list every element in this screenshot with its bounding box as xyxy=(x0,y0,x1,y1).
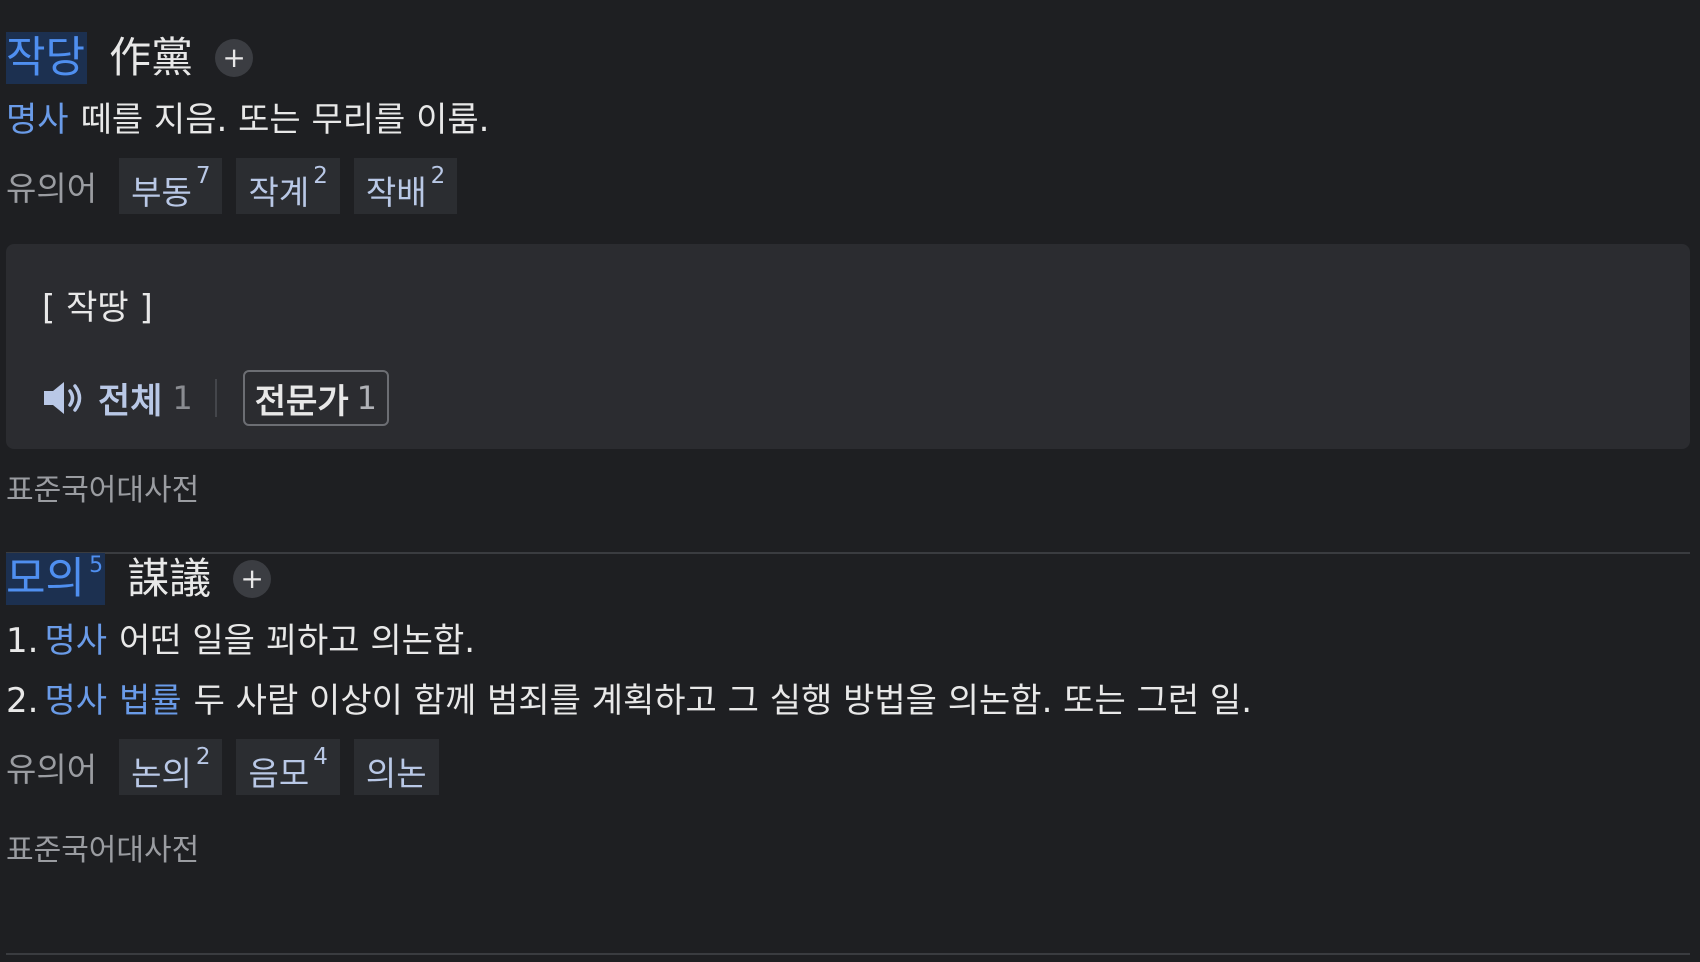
definition-number: 2. xyxy=(6,681,39,721)
entry-moui: 모의 5 謀議 + 1. 명사 어떤 일을 꾀하고 의논함. 2. 명사 법률 두 사람 이… xyxy=(6,549,1690,871)
pronunciation-audio-row: 전체 1 전문가 1 xyxy=(42,370,389,426)
synonym-word: 작배 xyxy=(365,173,427,212)
hanja-text: 作黨 xyxy=(109,33,194,82)
synonym-chip[interactable]: 작계 2 xyxy=(236,158,340,214)
add-to-wordbook-button[interactable]: + xyxy=(215,39,254,77)
expert-label: 전문가 xyxy=(254,381,349,422)
source-link[interactable]: 표준국어대사전 xyxy=(6,831,1690,871)
synonym-word: 부동 xyxy=(131,173,192,212)
plus-icon: + xyxy=(240,562,264,595)
synonym-word: 작계 xyxy=(248,173,310,212)
headword-homonym-number: 5 xyxy=(89,553,104,578)
play-all-count: 1 xyxy=(172,379,193,417)
synonym-word: 논의 xyxy=(131,754,192,793)
add-to-wordbook-button[interactable]: + xyxy=(233,560,272,598)
synonym-chip[interactable]: 음모 4 xyxy=(236,739,340,795)
synonym-chip[interactable]: 의논 xyxy=(353,739,439,795)
synonym-chip[interactable]: 부동 7 xyxy=(119,158,223,214)
definition-number: 1. xyxy=(6,621,39,661)
synonym-homonym-number: 7 xyxy=(195,163,211,189)
synonyms-label: 유의어 xyxy=(6,750,98,789)
definition-text: 두 사람 이상이 함께 범죄를 계획하고 그 실행 방법을 의논함. 또는 그런… xyxy=(193,681,1253,721)
speaker-icon xyxy=(44,382,82,414)
synonym-word: 음모 xyxy=(248,754,310,793)
headword-text[interactable]: 모의 xyxy=(6,553,85,605)
definition-text: 떼를 지음. 또는 무리를 이룸. xyxy=(80,100,490,140)
source-link[interactable]: 표준국어대사전 xyxy=(6,471,1690,511)
synonyms-row: 유의어 논의 2 음모 4 의논 xyxy=(6,739,1690,795)
dictionary-results: 작당 作黨 + 명사 떼를 지음. 또는 무리를 이룸. 유의어 부동 7 작계 2 … xyxy=(0,0,1700,962)
part-of-speech: 명사 xyxy=(44,681,108,721)
synonyms-label: 유의어 xyxy=(6,169,98,208)
synonym-homonym-number: 2 xyxy=(313,163,328,189)
synonym-homonym-number: 4 xyxy=(313,744,328,770)
synonym-word: 의논 xyxy=(365,754,427,793)
synonym-homonym-number: 2 xyxy=(430,163,446,189)
expert-count: 1 xyxy=(356,379,377,417)
play-all-button[interactable]: 전체 1 xyxy=(42,373,193,424)
plus-icon: + xyxy=(222,41,246,74)
entry-head: 작당 作黨 + xyxy=(6,28,1690,88)
part-of-speech: 명사 xyxy=(6,100,69,140)
expert-pronunciation-button[interactable]: 전문가 1 xyxy=(242,370,389,426)
synonym-homonym-number: 2 xyxy=(195,744,211,770)
entry-divider xyxy=(6,953,1690,955)
definition-text: 어떤 일을 꾀하고 의논함. xyxy=(119,621,476,661)
entry-head: 모의 5 謀議 + xyxy=(6,549,1690,609)
headword-link[interactable]: 모의 5 xyxy=(6,553,106,605)
pronunciation-text: [ 작땅 ] xyxy=(42,288,153,328)
synonyms-row: 유의어 부동 7 작계 2 작배 2 xyxy=(6,158,1690,214)
synonym-chip[interactable]: 작배 2 xyxy=(353,158,458,214)
pronunciation-panel: [ 작땅 ] 전체 1 전문가 1 xyxy=(6,244,1690,449)
definition-row: 2. 명사 법률 두 사람 이상이 함께 범죄를 계획하고 그 실행 방법을 의논함.… xyxy=(6,679,1690,723)
separator xyxy=(214,379,217,417)
synonym-chip[interactable]: 논의 2 xyxy=(119,739,223,795)
headword-text[interactable]: 작당 xyxy=(6,32,85,84)
hanja-text: 謀議 xyxy=(127,554,212,603)
definition-row: 명사 떼를 지음. 또는 무리를 이룸. xyxy=(6,98,1690,142)
headword-link[interactable]: 작당 xyxy=(6,32,88,84)
play-all-label: 전체 xyxy=(98,381,163,422)
part-of-speech: 명사 xyxy=(44,621,108,661)
definition-row: 1. 명사 어떤 일을 꾀하고 의논함. xyxy=(6,619,1690,663)
entry-jakdang: 작당 作黨 + 명사 떼를 지음. 또는 무리를 이룸. 유의어 부동 7 작계 2 … xyxy=(6,28,1690,511)
subject-field: 법률 xyxy=(119,681,182,721)
